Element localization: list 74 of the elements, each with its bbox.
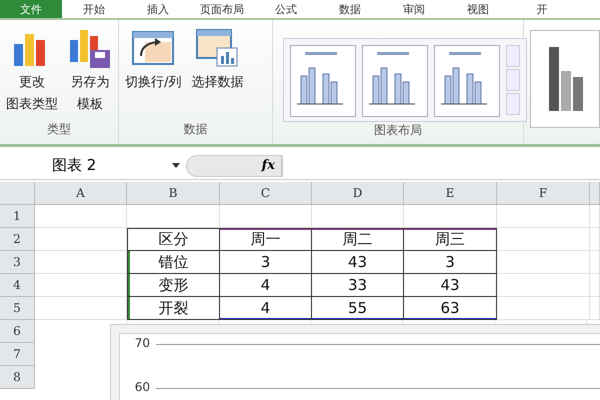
table-cell: 开裂 [127, 297, 220, 320]
empty-cell[interactable] [127, 205, 220, 228]
axis-tick-label: 70 [134, 336, 151, 352]
insert-function-button[interactable]: fx [186, 154, 282, 176]
column-header[interactable]: E [404, 182, 497, 205]
ribbon-tab[interactable]: 视图 [446, 0, 510, 18]
name-box-value: 图表 2 [52, 156, 96, 175]
column-header[interactable]: B [127, 182, 220, 205]
chart-layout-thumbnail[interactable] [290, 45, 356, 117]
empty-cell[interactable] [590, 228, 600, 251]
table-cell: 43 [404, 274, 497, 297]
chart-style-thumbnail[interactable] [530, 30, 600, 128]
ribbon-group-label: 数据 [182, 121, 209, 138]
table-cell: 变形 [127, 274, 220, 297]
select-all-corner[interactable] [0, 182, 35, 205]
table-cell: 4 [220, 274, 312, 297]
column-header[interactable] [590, 182, 600, 205]
chart-area[interactable]: 70 60 [110, 324, 600, 400]
table-cell: 周三 [404, 228, 497, 251]
table-cell: 63 [404, 297, 497, 320]
ribbon-group-label: 类型 [46, 121, 72, 138]
ribbon-button[interactable]: 更改 图表类型 [4, 24, 60, 121]
ribbon-button[interactable]: 选择数据 [189, 24, 246, 121]
row-header[interactable]: 7 [0, 343, 35, 366]
table-cell: 错位 [127, 251, 220, 274]
row-header[interactable]: 8 [0, 366, 35, 389]
ribbon-button[interactable]: 切换行/列 [123, 24, 184, 121]
ribbon-tab[interactable]: 插入 [126, 0, 190, 18]
dropdown-caret-icon[interactable] [172, 163, 180, 168]
ribbon-tab[interactable]: 数据 [318, 0, 382, 18]
scroll-down-button[interactable] [506, 69, 520, 91]
row-header[interactable]: 3 [0, 251, 35, 274]
empty-cell[interactable] [497, 274, 590, 297]
axis-tick-label: 60 [134, 380, 151, 396]
empty-cell[interactable] [590, 251, 600, 274]
empty-cell[interactable] [404, 205, 497, 228]
more-button[interactable] [506, 93, 520, 115]
empty-cell[interactable] [590, 274, 600, 297]
chart-layout-thumbnail[interactable] [434, 45, 500, 117]
table-cell: 周一 [220, 228, 312, 251]
ribbon-group-label: 图表布局 [373, 122, 423, 139]
chart-layout-thumbnail[interactable] [362, 45, 428, 117]
empty-cell[interactable] [590, 297, 600, 320]
table-cell: 55 [312, 297, 404, 320]
column-header[interactable]: F [497, 182, 590, 205]
empty-cell[interactable] [497, 228, 590, 251]
table-cell: 33 [312, 274, 404, 297]
table-cell: 3 [404, 251, 497, 274]
ribbon-tab[interactable]: 公式 [254, 0, 318, 18]
empty-cell[interactable] [497, 251, 590, 274]
column-header[interactable]: C [220, 182, 312, 205]
ribbon-tab[interactable]: 开 [510, 0, 574, 18]
table-cell: 周二 [312, 228, 404, 251]
table-cell: 43 [312, 251, 404, 274]
empty-cell[interactable] [220, 205, 312, 228]
row-header[interactable]: 2 [0, 228, 35, 251]
table-cell: 4 [220, 297, 312, 320]
column-header[interactable]: A [35, 182, 127, 205]
empty-cell[interactable] [312, 205, 404, 228]
table-cell: 区分 [127, 228, 220, 251]
ribbon-tab[interactable]: 开始 [62, 0, 126, 18]
row-header[interactable]: 5 [0, 297, 35, 320]
empty-cell[interactable] [497, 297, 590, 320]
row-header[interactable]: 4 [0, 274, 35, 297]
row-header[interactable]: 6 [0, 320, 35, 343]
ribbon-tab[interactable]: 文件 [0, 0, 62, 18]
empty-cell[interactable] [497, 205, 590, 228]
row-header[interactable]: 1 [0, 205, 35, 228]
ribbon-tab[interactable]: 审阅 [382, 0, 446, 18]
scroll-up-button[interactable] [506, 45, 520, 67]
table-cell: 3 [220, 251, 312, 274]
column-header[interactable]: D [312, 182, 404, 205]
ribbon-button[interactable]: 另存为 模板 [66, 24, 114, 121]
ribbon-tab[interactable]: 页面布局 [190, 0, 254, 18]
